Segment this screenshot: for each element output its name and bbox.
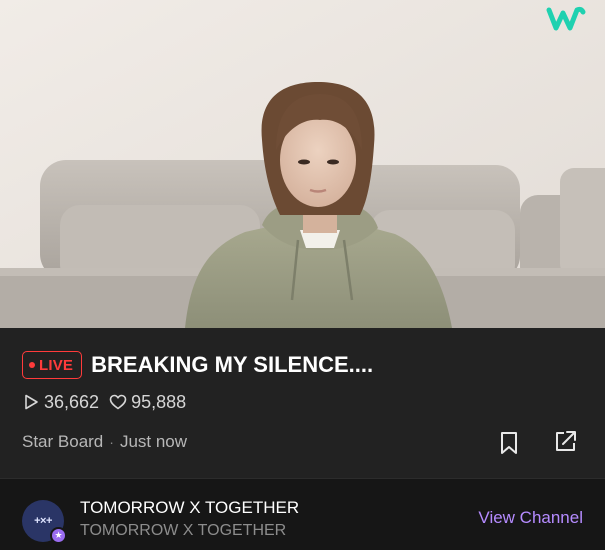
- stats-row: 36,662 95,888: [22, 391, 196, 413]
- weverse-logo-icon: [546, 6, 586, 31]
- video-title: BREAKING MY SILENCE....: [91, 352, 374, 377]
- board-name[interactable]: Star Board: [22, 432, 103, 452]
- view-channel-button[interactable]: View Channel: [478, 508, 583, 528]
- share-icon: [556, 431, 576, 451]
- post-time: Just now: [119, 432, 188, 451]
- title-row: LIVE BREAKING MY SILENCE....: [22, 350, 373, 380]
- video-info-panel: LIVE BREAKING MY SILENCE.... 36,662 95,8…: [0, 328, 605, 478]
- share-button[interactable]: [551, 426, 581, 456]
- bookmark-icon: [501, 432, 517, 454]
- live-badge: LIVE: [22, 351, 83, 379]
- channel-bar: +×+ ★ TOMORROW X TOGETHER TOMORROW X TOG…: [0, 479, 605, 550]
- channel-subtitle: TOMORROW X TOGETHER: [80, 522, 287, 539]
- video-thumbnail: [0, 0, 605, 328]
- meta-separator: ·: [109, 434, 114, 450]
- live-label: LIVE: [39, 356, 74, 374]
- heart-icon: [109, 394, 127, 410]
- channel-name[interactable]: TOMORROW X TOGETHER: [80, 498, 299, 518]
- play-icon: [25, 394, 38, 410]
- like-count: 95,888: [131, 391, 187, 412]
- meta-row: Star Board · Just now: [22, 431, 187, 453]
- channel-avatar[interactable]: +×+ ★: [22, 500, 67, 544]
- live-dot-icon: [29, 362, 35, 368]
- star-badge-icon: ★: [50, 527, 67, 544]
- bookmark-button[interactable]: [494, 428, 524, 458]
- view-count: 36,662: [44, 391, 100, 412]
- video-player[interactable]: [0, 0, 605, 328]
- avatar-logo: +×+: [34, 515, 52, 527]
